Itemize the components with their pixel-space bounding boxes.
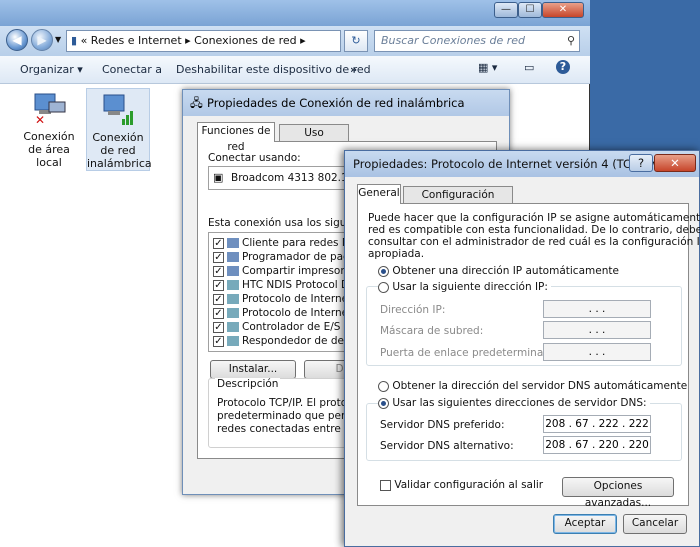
advanced-options-button[interactable]: Opciones avanzadas... [562,477,674,509]
validate-option[interactable]: Validar configuración al salir [380,479,543,491]
dns-auto-option[interactable]: Obtener la dirección del servidor DNS au… [378,380,687,392]
address-bar: ◀ ▶ ▼ ▮ « Redes e Internet ▸ Conexiones … [0,26,590,56]
search-input[interactable]: Buscar Conexiones de red ⚲ [374,30,580,52]
protocol-icon [227,322,239,332]
dns-alternate-field[interactable]: 208 . 67 . 220 . 220 [543,436,651,454]
folder-icon: ▮ [71,34,78,47]
svg-text:✕: ✕ [35,113,45,126]
gateway-field[interactable]: . . . [543,343,651,361]
minimize-button[interactable]: — [494,2,518,18]
close-icon[interactable]: ✕ [542,2,584,18]
dialog-titlebar: 🖧 Propiedades de Conexión de red inalámb… [183,90,509,116]
network-item-label: Conexión de red inalámbrica [87,131,152,170]
tab-panel: Puede hacer que la configuración IP se a… [357,203,700,509]
help-icon[interactable]: ? [556,60,570,74]
subnet-label: Máscara de subred: [380,325,484,337]
organize-button[interactable]: Organizar ▾ [20,63,83,76]
install-button[interactable]: Instalar... [210,360,296,379]
ip-address-label: Dirección IP: [380,304,446,316]
cancel-button[interactable]: Cancelar [623,514,687,534]
radio-button[interactable] [378,380,389,392]
radio-button[interactable] [378,397,389,409]
tab-general[interactable]: General [357,184,401,204]
explorer-titlebar: — ☐ ✕ [0,0,590,26]
checkbox[interactable]: ✓ [213,265,224,277]
connect-button[interactable]: Conectar a [102,63,162,76]
network-item-wireless[interactable]: Conexión de red inalámbrica [86,88,152,171]
description-line: redes conectadas entre sí. [217,423,356,435]
history-dropdown-icon[interactable]: ▼ [55,35,61,44]
command-bar: Organizar ▾ Conectar a Deshabilitar este… [0,56,590,84]
checkbox[interactable]: ✓ [213,335,224,347]
checkbox[interactable]: ✓ [213,279,224,291]
protocol-icon [227,294,239,304]
dns-preferred-field[interactable]: 208 . 67 . 222 . 222 [543,415,651,433]
protocol-icon [227,280,239,290]
dialog-titlebar: Propiedades: Protocolo de Internet versi… [345,151,699,177]
intro-text: Puede hacer que la configuración IP se a… [368,212,700,224]
radio-button[interactable] [378,265,389,277]
breadcrumb-item[interactable]: Conexiones de red [194,34,297,47]
ip-manual-option[interactable]: Usar la siguiente dirección IP: [378,281,551,293]
search-icon: ⚲ [566,34,575,47]
network-icon: 🖧 [190,96,203,110]
client-icon [227,238,239,248]
dns-alternate-label: Servidor DNS alternativo: [380,440,514,452]
ip-address-field[interactable]: . . . [543,300,651,318]
tab-alternate-config[interactable]: Configuración alternativa [403,186,513,217]
description-label: Descripción [215,378,281,390]
network-item-lan[interactable]: ✕ Conexión de área local [18,88,80,169]
back-icon[interactable]: ◀ [6,29,28,51]
adapter-icon: ▣ [213,171,224,184]
ok-button[interactable]: Aceptar [553,514,617,534]
service-icon [227,266,239,276]
checkbox[interactable]: ✓ [213,251,224,263]
preview-pane-icon[interactable]: ▭ [524,61,534,74]
breadcrumb-item[interactable]: Redes e Internet [91,34,182,47]
maximize-button[interactable]: ☐ [518,2,542,18]
connect-using-label: Conectar usando: [208,152,301,164]
help-button[interactable]: ? [629,154,653,172]
dialog-title: Propiedades: Protocolo de Internet versi… [353,157,671,171]
radio-button[interactable] [378,281,389,293]
tcpip-properties-dialog: Propiedades: Protocolo de Internet versi… [344,150,700,547]
view-icon[interactable]: ▦ ▾ [478,61,497,74]
breadcrumb[interactable]: ▮ « Redes e Internet ▸ Conexiones de red… [66,30,341,52]
protocol-icon [227,308,239,318]
network-item-label: Conexión de área local [23,130,75,169]
intro-text: apropiada. [368,248,425,260]
network-adapter-icon: ✕ [31,90,67,127]
close-icon[interactable]: ✕ [654,154,696,172]
wireless-adapter-icon [100,91,136,127]
intro-text: consultar con el administrador de red cu… [368,236,700,248]
checkbox[interactable]: ✓ [213,293,224,305]
checkbox[interactable]: ✓ [213,321,224,333]
dns-manual-option[interactable]: Usar las siguientes direcciones de servi… [378,397,650,409]
dns-preferred-label: Servidor DNS preferido: [380,419,505,431]
protocol-icon [227,336,239,346]
refresh-icon[interactable]: ↻ [344,30,368,52]
checkbox[interactable] [380,479,391,491]
dialog-title: Propiedades de Conexión de red inalámbri… [207,96,465,110]
disable-device-button[interactable]: Deshabilitar este dispositivo de red [176,63,371,76]
forward-icon[interactable]: ▶ [31,29,53,51]
intro-text: red es compatible con esta funcionalidad… [368,224,700,236]
service-icon [227,252,239,262]
tab-uso-compartido[interactable]: Uso compartido [279,124,349,155]
subnet-field[interactable]: . . . [543,321,651,339]
more-commands-button[interactable]: » [350,63,357,76]
gateway-label: Puerta de enlace predeterminada: [380,347,560,359]
checkbox[interactable]: ✓ [213,237,224,249]
checkbox[interactable]: ✓ [213,307,224,319]
ip-auto-option[interactable]: Obtener una dirección IP automáticamente [378,265,619,277]
tab-funciones-red[interactable]: Funciones de red [197,122,275,153]
